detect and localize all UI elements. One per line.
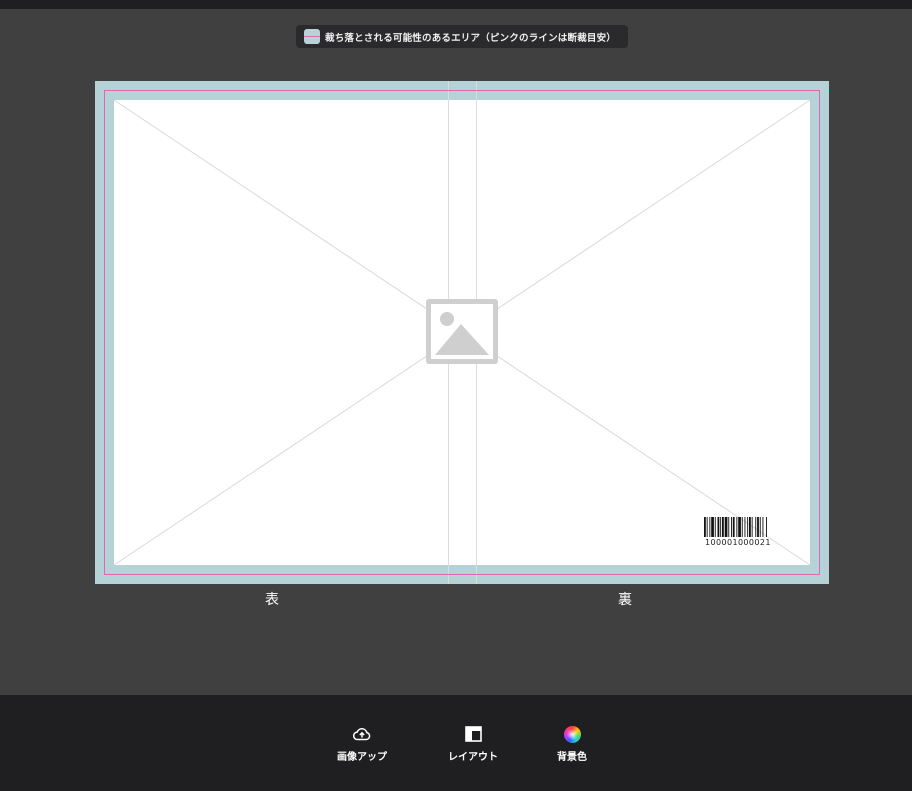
barcode-bar [732, 517, 735, 537]
barcode-bar [722, 517, 724, 537]
barcode-bar [757, 517, 759, 537]
page-label-front: 表 [265, 592, 279, 608]
barcode-bars [704, 517, 767, 537]
image-upload-button[interactable]: 画像アップ [317, 725, 407, 765]
barcode-bar [741, 517, 743, 537]
barcode-bar [762, 517, 764, 537]
barcode-bar [766, 517, 767, 537]
barcode-bar [736, 517, 738, 537]
bleed-swatch-icon [304, 29, 320, 44]
barcode-bar [738, 517, 741, 537]
barcode-bar [704, 517, 706, 537]
barcode-bar [720, 517, 722, 537]
barcode-bar [709, 517, 711, 537]
cover-editor: 裁ち落とされる可能性のあるエリア（ピンクのラインは断裁目安） 100001000… [0, 0, 912, 791]
barcode-bar [747, 517, 749, 537]
cloud-upload-icon [352, 725, 372, 743]
color-wheel-icon [562, 725, 582, 743]
image-upload-label: 画像アップ [337, 752, 387, 763]
layout-button[interactable]: レイアウト [428, 725, 518, 765]
background-color-button[interactable]: 背景色 [527, 725, 617, 765]
barcode-bar [749, 517, 751, 537]
bleed-notice: 裁ち落とされる可能性のあるエリア（ピンクのラインは断裁目安） [296, 25, 628, 48]
layout-label: レイアウト [448, 752, 498, 763]
page-label-back: 裏 [618, 592, 632, 608]
barcode-bar [751, 517, 753, 537]
bottom-toolbar: 画像アップ レイアウト 背景色 [0, 695, 912, 791]
barcode-bar [717, 517, 720, 537]
barcode-bar [711, 517, 714, 537]
image-placeholder-icon[interactable] [426, 299, 498, 364]
cover-spread[interactable]: 100001000021 [95, 81, 829, 584]
bleed-notice-text: 裁ち落とされる可能性のあるエリア（ピンクのラインは断裁目安） [325, 32, 617, 44]
barcode-number: 100001000021 [705, 538, 771, 547]
barcode-bar [731, 517, 732, 537]
barcode-bar [714, 517, 716, 537]
barcode-bar [755, 517, 757, 537]
barcode-bar [759, 517, 761, 537]
barcode-bar [724, 517, 728, 537]
barcode-bar [744, 517, 746, 537]
top-bar [0, 0, 912, 9]
background-color-label: 背景色 [557, 752, 587, 763]
barcode: 100001000021 [703, 517, 793, 549]
barcode-bar [706, 517, 708, 537]
barcode-bar [728, 517, 730, 537]
layout-icon [463, 725, 483, 743]
